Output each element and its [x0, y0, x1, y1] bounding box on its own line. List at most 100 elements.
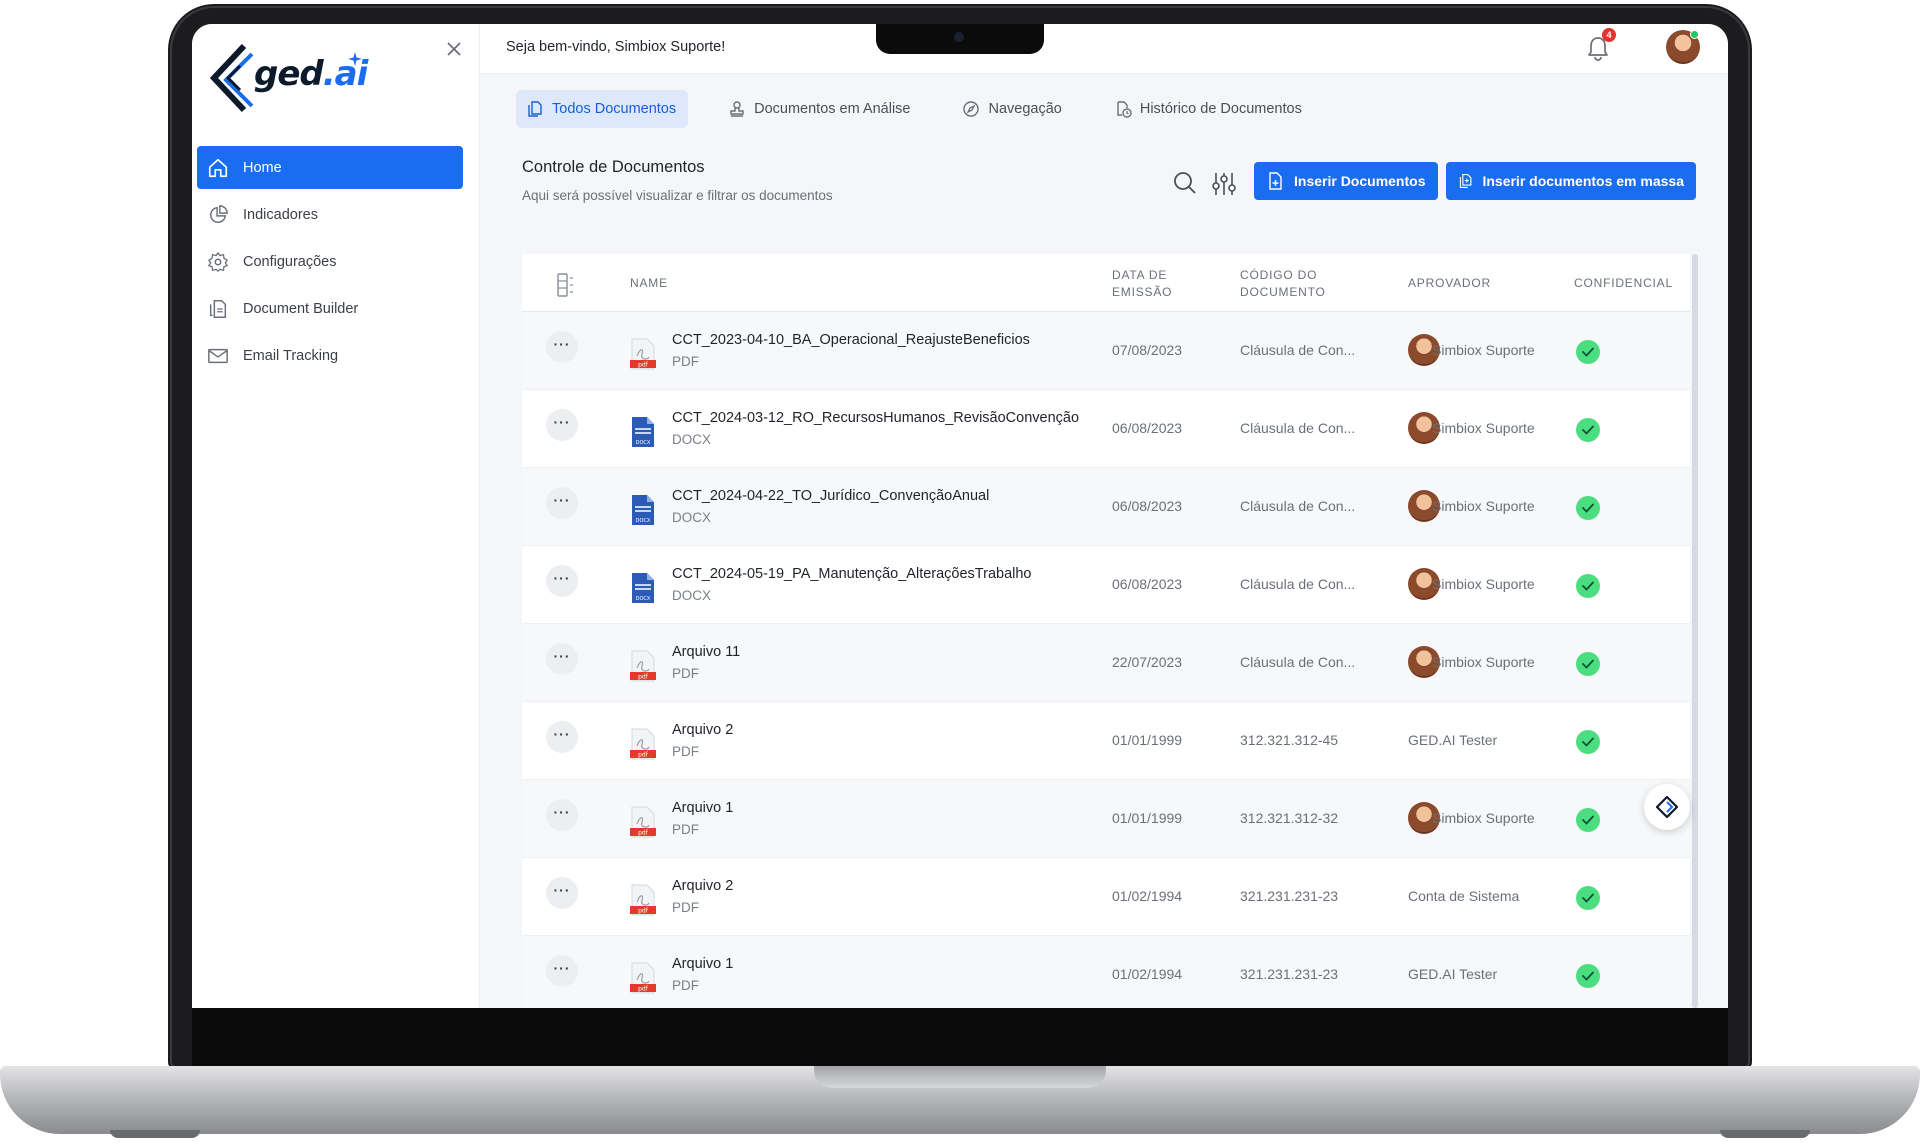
column-header-code-line: CÓDIGO DO	[1240, 268, 1318, 282]
sidebar-item-email-tracking[interactable]: Email Tracking	[197, 334, 463, 377]
approver-name: Simbiox Suporte	[1432, 654, 1535, 670]
screen: ged.ai Home Indicadores Configurações Do…	[192, 24, 1728, 1008]
tab-label: Todos Documentos	[552, 101, 677, 117]
document-type: DOCX	[672, 510, 712, 525]
tab-navegacao[interactable]: Navegação	[952, 90, 1073, 128]
docx-file-icon: DOCX	[632, 573, 654, 603]
pdf-file-icon: pdf	[630, 650, 656, 682]
document-code: Cláusula de Con...	[1240, 498, 1356, 514]
document-type: PDF	[672, 900, 699, 915]
table-row[interactable]: ··· pdf CCT_2023-04-10_BA_Operacional_Re…	[522, 312, 1690, 390]
pdf-file-icon: pdf	[630, 728, 656, 760]
row-actions-button[interactable]: ···	[546, 877, 578, 909]
document-code: Cláusula de Con...	[1240, 654, 1356, 670]
row-actions-button[interactable]: ···	[546, 955, 578, 987]
logo[interactable]: ged.ai	[210, 40, 368, 118]
table-scrollbar[interactable]	[1692, 254, 1698, 1008]
pdf-file-icon: pdf	[630, 884, 656, 916]
sidebar-item-document-builder[interactable]: Document Builder	[197, 287, 463, 330]
confidential-check-icon	[1576, 964, 1600, 988]
page-title: Controle de Documentos	[522, 158, 705, 176]
camera-notch	[876, 24, 1044, 54]
column-header-date: DATA DE EMISSÃO	[1112, 267, 1172, 301]
row-actions-button[interactable]: ···	[546, 331, 578, 363]
emission-date: 01/02/1994	[1112, 888, 1183, 904]
approver-name: GED.AI Tester	[1408, 966, 1498, 982]
tab-label: Navegação	[988, 101, 1062, 117]
svg-text:DOCX: DOCX	[636, 596, 651, 602]
tab-documentos-em-analise[interactable]: Documentos em Análise	[718, 90, 922, 128]
row-actions-button[interactable]: ···	[546, 799, 578, 831]
row-actions-button[interactable]: ···	[546, 721, 578, 753]
row-actions-button[interactable]: ···	[546, 565, 578, 597]
online-status-dot	[1690, 30, 1699, 39]
document-name[interactable]: CCT_2024-03-12_RO_RecursosHumanos_Revisã…	[672, 410, 1079, 426]
column-settings-icon[interactable]	[554, 272, 576, 298]
confidential-check-icon	[1576, 340, 1600, 364]
close-sidebar-button[interactable]	[442, 38, 466, 62]
document-name[interactable]: Arquivo 11	[672, 644, 740, 660]
docx-file-icon: DOCX	[632, 417, 654, 447]
sidebar-item-indicadores[interactable]: Indicadores	[197, 193, 463, 236]
sparkle-icon	[348, 52, 362, 66]
assistant-button[interactable]	[1644, 784, 1690, 830]
top-bar: Seja bem-vindo, Simbiox Suporte! 4	[480, 24, 1728, 74]
document-name[interactable]: CCT_2024-04-22_TO_Jurídico_ConvençãoAnua…	[672, 488, 989, 504]
document-name[interactable]: Arquivo 1	[672, 956, 733, 972]
sidebar-item-home[interactable]: Home	[197, 146, 463, 189]
insert-documents-label: Inserir Documentos	[1294, 173, 1426, 189]
document-name[interactable]: CCT_2023-04-10_BA_Operacional_ReajusteBe…	[672, 332, 1030, 348]
files-add-icon	[1459, 174, 1472, 188]
emission-date: 06/08/2023	[1112, 576, 1183, 592]
pie-chart-icon	[210, 204, 228, 223]
approver-name: Conta de Sistema	[1408, 888, 1520, 904]
confidential-check-icon	[1576, 574, 1600, 598]
emission-date: 01/02/1994	[1112, 966, 1183, 982]
emission-date: 06/08/2023	[1112, 420, 1183, 436]
svg-text:DOCX: DOCX	[636, 518, 651, 524]
table-row[interactable]: ··· pdf Arquivo 11 PDF 22/07/2023 Cláusu…	[522, 624, 1690, 702]
document-code: 312.321.312-45	[1240, 732, 1339, 748]
document-code: 321.231.231-23	[1240, 966, 1339, 982]
sidebar-item-configuracoes[interactable]: Configurações	[197, 240, 463, 283]
filter-sliders-icon[interactable]	[1210, 170, 1238, 198]
search-icon[interactable]	[1172, 170, 1198, 196]
document-type: DOCX	[672, 432, 712, 447]
table-row[interactable]: ··· pdf Arquivo 1 PDF 01/01/1999 312.321…	[522, 780, 1690, 858]
tab-historico-de-documentos[interactable]: Histórico de Documentos	[1104, 90, 1314, 128]
table-row[interactable]: ··· DOCX CCT_2024-03-12_RO_RecursosHuman…	[522, 390, 1690, 468]
sidebar-item-label: Email Tracking	[243, 347, 339, 364]
table-row[interactable]: ··· DOCX CCT_2024-05-19_PA_Manutenção_Al…	[522, 546, 1690, 624]
close-icon	[447, 42, 461, 56]
confidential-check-icon	[1576, 418, 1600, 442]
tab-todos-documentos[interactable]: Todos Documentos	[516, 90, 689, 128]
confidential-check-icon	[1576, 496, 1600, 520]
table-row[interactable]: ··· DOCX CCT_2024-04-22_TO_Jurídico_Conv…	[522, 468, 1690, 546]
row-actions-button[interactable]: ···	[546, 487, 578, 519]
document-code: 312.321.312-32	[1240, 810, 1339, 826]
table-row[interactable]: ··· pdf Arquivo 2 PDF 01/02/1994 321.231…	[522, 858, 1690, 936]
table-row[interactable]: ··· pdf Arquivo 1 PDF 01/02/1994 321.231…	[522, 936, 1690, 1008]
document-type: PDF	[672, 354, 699, 369]
column-header-date-line: DATA DE	[1112, 268, 1168, 282]
tab-label: Histórico de Documentos	[1139, 101, 1302, 117]
column-header-name: NAME	[630, 276, 668, 290]
document-name[interactable]: Arquivo 1	[672, 800, 733, 816]
document-type: PDF	[672, 666, 699, 681]
table-row[interactable]: ··· pdf Arquivo 2 PDF 01/01/1999 312.321…	[522, 702, 1690, 780]
svg-text:DOCX: DOCX	[636, 440, 651, 446]
document-name[interactable]: Arquivo 2	[672, 878, 733, 894]
insert-documents-mass-button[interactable]: Inserir documentos em massa	[1446, 162, 1696, 200]
insert-documents-button[interactable]: Inserir Documentos	[1254, 162, 1438, 200]
row-actions-button[interactable]: ···	[546, 409, 578, 441]
documents-table: NAME DATA DE EMISSÃO CÓDIGO DO DOCUMENTO A…	[522, 254, 1690, 1008]
confidential-check-icon	[1576, 808, 1600, 832]
approver-name: GED.AI Tester	[1408, 732, 1498, 748]
home-icon	[208, 158, 228, 177]
document-name[interactable]: Arquivo 2	[672, 722, 733, 738]
row-actions-button[interactable]: ···	[546, 643, 578, 675]
confidential-check-icon	[1576, 652, 1600, 676]
document-name[interactable]: CCT_2024-05-19_PA_Manutenção_AlteraçõesT…	[672, 566, 1032, 582]
sidebar-item-label: Document Builder	[243, 300, 359, 317]
tabs: Todos Documentos Documentos em Análise N…	[516, 90, 1344, 128]
